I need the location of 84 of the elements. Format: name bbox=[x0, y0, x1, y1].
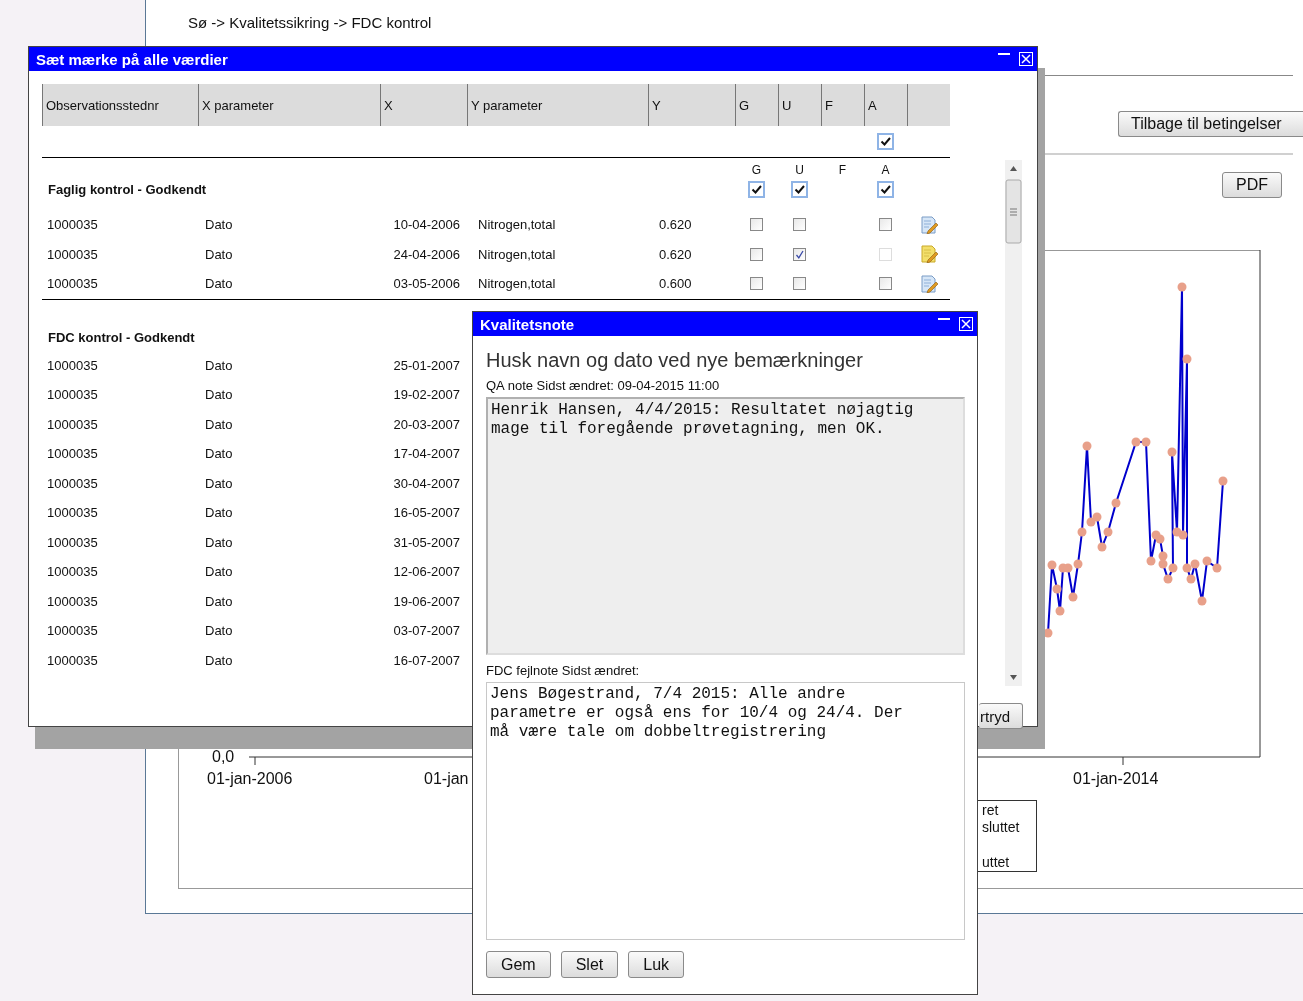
table-cell-text: 0.620 bbox=[658, 246, 693, 262]
table-cell-text: Nitrogen,total bbox=[477, 276, 557, 292]
back-button[interactable]: Tilbage til betingelser bbox=[1118, 111, 1303, 137]
column-header[interactable]: X bbox=[384, 97, 393, 113]
column-header[interactable]: U bbox=[782, 97, 792, 113]
table-cell-text: Dato bbox=[204, 217, 234, 233]
table-cell-text: Dato bbox=[204, 416, 234, 432]
column-header[interactable]: G bbox=[739, 97, 750, 113]
dialog-button[interactable]: Gem bbox=[486, 951, 551, 978]
flag-label: A bbox=[881, 163, 890, 177]
table-cell-text: Dato bbox=[204, 246, 234, 262]
table-cell-text: 1000035 bbox=[46, 217, 99, 233]
table-cell-text: 1000035 bbox=[46, 416, 99, 432]
table-cell-text: 1000035 bbox=[46, 623, 99, 639]
table-cell-text: 0.600 bbox=[658, 276, 693, 292]
table-cell-text: 1000035 bbox=[46, 652, 99, 668]
table-cell-text: 19-02-2007 bbox=[392, 387, 461, 403]
table-cell-text: 0.620 bbox=[658, 217, 693, 233]
table-cell-text: 16-07-2007 bbox=[392, 652, 461, 668]
table-cell-text: 1000035 bbox=[46, 387, 99, 403]
table-cell-text: 17-04-2007 bbox=[392, 446, 461, 462]
table-cell-text: Dato bbox=[204, 652, 234, 668]
table-cell-text: 1000035 bbox=[46, 534, 99, 550]
legend-label: sluttet bbox=[982, 819, 1020, 835]
table-cell-text: 1000035 bbox=[46, 276, 99, 292]
table-cell-text: 19-06-2007 bbox=[392, 593, 461, 609]
group-title: FDC kontrol - Godkendt bbox=[47, 329, 196, 345]
legend-label: uttet bbox=[982, 854, 1010, 870]
table-cell-text: Dato bbox=[204, 505, 234, 521]
field-label: QA note Sidst ændret: 09-04-2015 11:00 bbox=[486, 378, 721, 394]
table-cell-text: Dato bbox=[204, 387, 234, 403]
table-cell-text: Nitrogen,total bbox=[477, 246, 557, 262]
table-cell-text: Dato bbox=[204, 446, 234, 462]
axis-label: 01-jan-2006 bbox=[207, 770, 293, 788]
table-cell-text: Dato bbox=[204, 623, 234, 639]
table-cell-text: 16-05-2007 bbox=[392, 505, 461, 521]
dialog-button[interactable]: Luk bbox=[628, 951, 685, 978]
table-cell-text: Dato bbox=[204, 534, 234, 550]
table-cell-text: 1000035 bbox=[46, 593, 99, 609]
column-header[interactable]: A bbox=[868, 97, 877, 113]
field-label: FDC fejlnote Sidst ændret: bbox=[486, 663, 641, 679]
column-header[interactable]: Y parameter bbox=[471, 97, 543, 113]
table-cell-text: 03-07-2007 bbox=[392, 623, 461, 639]
table-cell-text: Dato bbox=[204, 564, 234, 580]
table-cell-text: 25-01-2007 bbox=[392, 357, 461, 373]
table-cell-text: 30-04-2007 bbox=[392, 475, 461, 491]
table-cell-text: Dato bbox=[204, 276, 234, 292]
qa-note-field[interactable]: Henrik Hansen, 4/4/2015: Resultatet nøjagtig mage til foregående prøvetagning, men OK. bbox=[486, 397, 965, 655]
table-cell-text: 1000035 bbox=[46, 446, 99, 462]
axis-label: 01-jan bbox=[424, 770, 469, 788]
axis-label: 01-jan-2014 bbox=[1073, 770, 1159, 788]
column-header[interactable]: Observationsstednr bbox=[46, 97, 159, 113]
flag-label: U bbox=[795, 163, 804, 177]
table-cell-text: 1000035 bbox=[46, 564, 99, 580]
column-header[interactable]: Y bbox=[652, 97, 661, 113]
table-cell-text: 12-06-2007 bbox=[392, 564, 461, 580]
table-cell-text: Nitrogen,total bbox=[477, 217, 557, 233]
axis-label: 0,0 bbox=[212, 748, 235, 766]
table-cell-text: 1000035 bbox=[46, 505, 99, 521]
breadcrumb: Sø -> Kvalitetssikring -> FDC kontrol bbox=[188, 14, 432, 31]
table-cell-text: Dato bbox=[204, 475, 234, 491]
dialog-title: Sæt mærke på alle værdier bbox=[35, 50, 228, 68]
flag-label: F bbox=[838, 163, 847, 177]
dialog-title: Kvalitetsnote bbox=[479, 315, 575, 333]
table-cell-text: 31-05-2007 bbox=[392, 534, 461, 550]
pdf-button[interactable]: PDF bbox=[1222, 172, 1282, 198]
table-cell-text: 03-05-2006 bbox=[392, 276, 461, 292]
column-header[interactable]: F bbox=[825, 97, 833, 113]
table-cell-text: 1000035 bbox=[46, 246, 99, 262]
table-cell-text: Dato bbox=[204, 357, 234, 373]
table-cell-text: 10-04-2006 bbox=[392, 217, 461, 233]
note-heading: Husk navn og dato ved nye bemærkninger bbox=[486, 348, 864, 372]
column-header[interactable]: X parameter bbox=[202, 97, 274, 113]
fdc-note-field[interactable]: Jens Bøgestrand, 7/4 2015: Alle andre parametre er også ens for 10/4 og 24/4. Der må være tale om dobbeltregistrering bbox=[486, 682, 965, 940]
table-cell-text: 1000035 bbox=[46, 357, 99, 373]
table-cell-text: Dato bbox=[204, 593, 234, 609]
dialog-button[interactable]: Slet bbox=[560, 951, 619, 978]
group-title: Faglig kontrol - Godkendt bbox=[47, 182, 208, 197]
cancel-button[interactable]: rtryd bbox=[979, 703, 1023, 729]
flag-label: G bbox=[751, 163, 762, 177]
table-cell-text: 20-03-2007 bbox=[392, 416, 461, 432]
table-cell-text: 1000035 bbox=[46, 475, 99, 491]
table-cell-text: 24-04-2006 bbox=[392, 246, 461, 262]
legend-label: ret bbox=[982, 802, 999, 818]
